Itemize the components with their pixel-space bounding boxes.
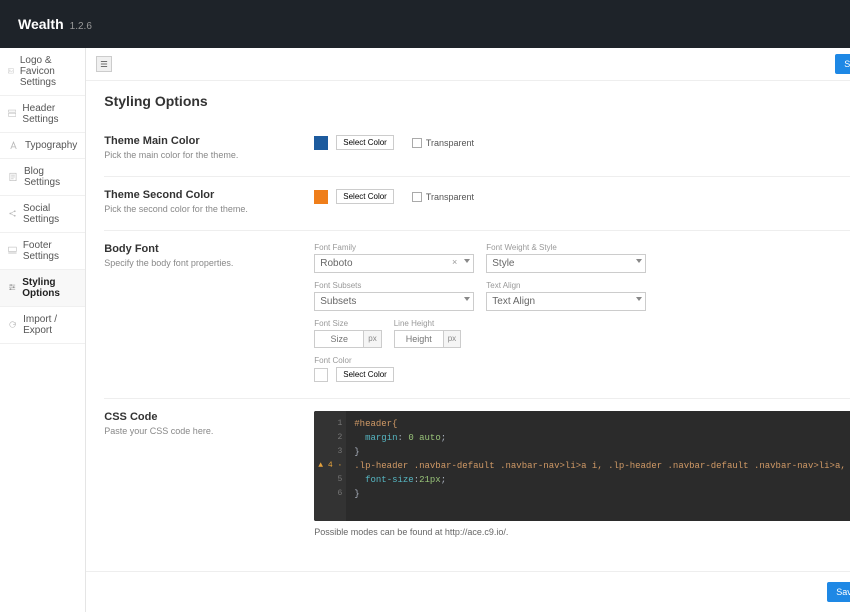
css-title: CSS Code <box>104 411 314 423</box>
section-body-font: Body Font Specify the body font properti… <box>104 231 850 399</box>
checkbox-icon <box>412 138 422 148</box>
section-main-color: Theme Main Color Pick the main color for… <box>104 123 850 177</box>
app-title: Wealth <box>18 16 64 32</box>
app-version: 1.2.6 <box>70 21 92 32</box>
font-color-swatch[interactable] <box>314 368 328 382</box>
file-icon <box>8 172 18 183</box>
main-color-title: Theme Main Color <box>104 135 314 147</box>
font-family-label: Font Family <box>314 243 474 252</box>
clear-icon[interactable]: × <box>452 257 457 267</box>
page-title: Styling Options <box>104 93 850 109</box>
toolbar-bottom: Save Changes Reset Section Reset All <box>86 571 850 612</box>
sidebar-item-logo-favicon[interactable]: Logo & Favicon Settings <box>0 48 85 96</box>
code-gutter: 123▲ 4 ·56 <box>314 411 346 521</box>
footer-icon <box>8 246 17 257</box>
sidebar-item-footer[interactable]: Footer Settings <box>0 233 85 270</box>
font-size-unit: px <box>364 330 381 348</box>
main-color-select-button[interactable]: Select Color <box>336 135 394 150</box>
second-color-transparent-checkbox[interactable]: Transparent <box>412 192 474 202</box>
second-color-select-button[interactable]: Select Color <box>336 189 394 204</box>
font-weight-label: Font Weight & Style <box>486 243 646 252</box>
second-color-title: Theme Second Color <box>104 189 314 201</box>
font-subsets-label: Font Subsets <box>314 281 474 290</box>
share-icon <box>8 209 17 220</box>
sidebar-item-header[interactable]: Header Settings <box>0 96 85 133</box>
line-height-input[interactable] <box>394 330 444 348</box>
app-header: Wealth 1.2.6 <box>0 0 850 48</box>
font-size-label: Font Size <box>314 319 381 328</box>
section-css-code: CSS Code Paste your CSS code here. 123▲ … <box>104 399 850 553</box>
line-height-unit: px <box>444 330 461 348</box>
section-second-color: Theme Second Color Pick the second color… <box>104 177 850 231</box>
body-font-desc: Specify the body font properties. <box>104 258 314 268</box>
collapse-sidebar-button[interactable] <box>96 56 112 72</box>
text-align-label: Text Align <box>486 281 646 290</box>
font-family-select[interactable]: Roboto× <box>314 254 474 273</box>
main-color-desc: Pick the main color for the theme. <box>104 150 314 160</box>
sliders-icon <box>8 283 16 294</box>
css-note: Possible modes can be found at http://ac… <box>314 527 850 537</box>
second-color-desc: Pick the second color for the theme. <box>104 204 314 214</box>
font-weight-select[interactable]: Style <box>486 254 646 273</box>
chevron-down-icon <box>636 259 642 263</box>
font-color-label: Font Color <box>314 356 850 365</box>
main-panel: Save Changes Reset Section Reset All Sty… <box>86 48 850 612</box>
image-icon <box>8 66 14 77</box>
css-code-editor[interactable]: 123▲ 4 ·56 #header{ margin: 0 auto; } .l… <box>314 411 850 521</box>
checkbox-icon <box>412 192 422 202</box>
chevron-down-icon <box>464 259 470 263</box>
code-body[interactable]: #header{ margin: 0 auto; } .lp-header .n… <box>346 411 850 521</box>
font-subsets-select[interactable]: Subsets <box>314 292 474 311</box>
sidebar-item-blog[interactable]: Blog Settings <box>0 159 85 196</box>
sidebar-item-import-export[interactable]: Import / Export <box>0 307 85 344</box>
save-button-bottom[interactable]: Save Changes <box>827 582 850 602</box>
sidebar: Logo & Favicon Settings Header Settings … <box>0 48 86 612</box>
sidebar-item-styling[interactable]: Styling Options <box>0 270 85 307</box>
chevron-down-icon <box>464 297 470 301</box>
main-color-swatch[interactable] <box>314 136 328 150</box>
toolbar-top: Save Changes Reset Section Reset All <box>86 48 850 81</box>
save-button[interactable]: Save Changes <box>835 54 850 74</box>
text-align-select[interactable]: Text Align <box>486 292 646 311</box>
font-size-input[interactable] <box>314 330 364 348</box>
chevron-down-icon <box>636 297 642 301</box>
css-desc: Paste your CSS code here. <box>104 426 314 436</box>
font-color-select-button[interactable]: Select Color <box>336 367 394 382</box>
layout-icon <box>8 109 16 120</box>
sidebar-item-typography[interactable]: Typography <box>0 133 85 159</box>
main-color-transparent-checkbox[interactable]: Transparent <box>412 138 474 148</box>
second-color-swatch[interactable] <box>314 190 328 204</box>
line-height-label: Line Height <box>394 319 461 328</box>
type-icon <box>8 140 19 151</box>
refresh-icon <box>8 320 17 331</box>
sidebar-item-social[interactable]: Social Settings <box>0 196 85 233</box>
body-font-title: Body Font <box>104 243 314 255</box>
